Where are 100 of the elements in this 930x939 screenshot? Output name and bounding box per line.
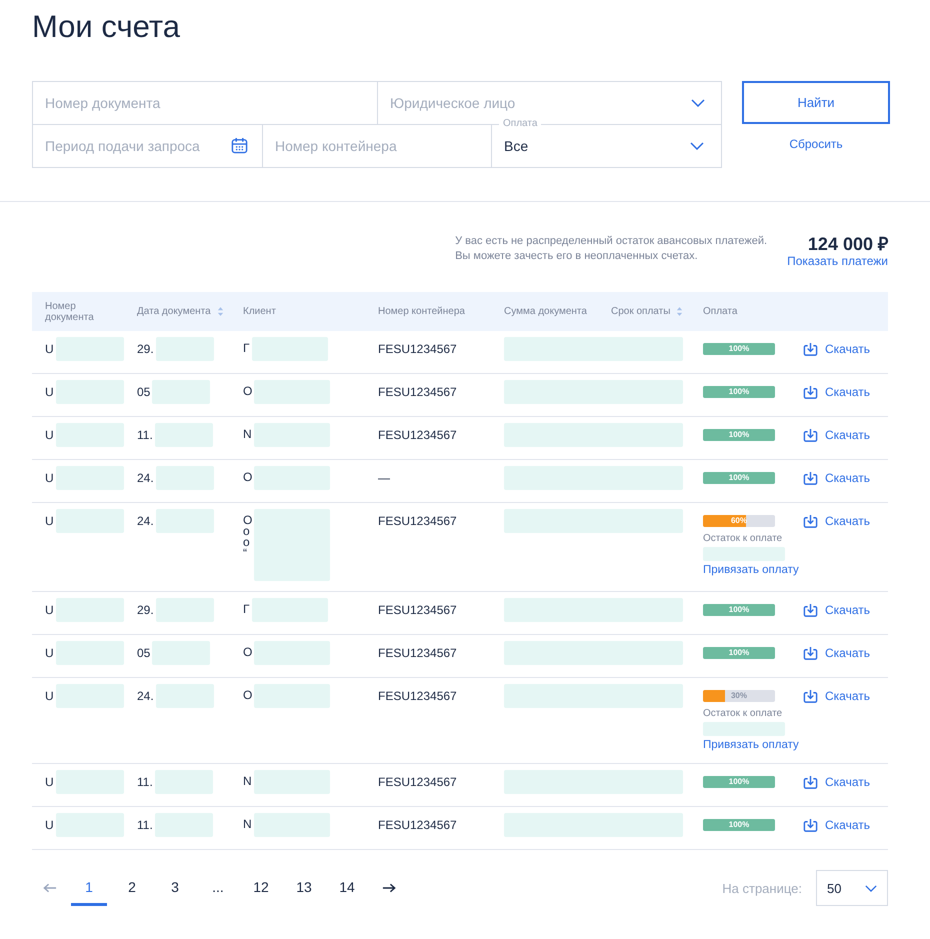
redaction-mask <box>56 684 124 708</box>
download-link[interactable]: Скачать <box>803 687 870 705</box>
progress-label: 100% <box>728 819 750 831</box>
download-link[interactable]: Скачать <box>803 469 870 487</box>
table-cell-text: U <box>45 774 54 791</box>
table-cell-text: U <box>45 602 54 619</box>
page-link[interactable]: 13 <box>286 870 322 906</box>
bind-payment-link[interactable]: Привязать оплату <box>703 563 799 578</box>
table-cell-text: 05 <box>137 384 150 401</box>
download-link[interactable]: Скачать <box>803 426 870 444</box>
progress-label: 100% <box>728 604 750 616</box>
per-page-label: На странице: <box>722 880 802 896</box>
progress-label: 100% <box>728 343 750 355</box>
table-cell-text: FESU1234567 <box>378 427 457 444</box>
redaction-mask <box>156 337 214 361</box>
table-cell-text: 29. <box>137 341 154 358</box>
page-link[interactable]: 1 <box>71 870 107 906</box>
table-cell-text: U <box>45 688 54 705</box>
page-link[interactable]: 2 <box>114 870 150 906</box>
table-cell-text: 24. <box>137 688 154 705</box>
previous-page-icon[interactable] <box>42 883 57 893</box>
table-cell-text: U <box>45 817 54 834</box>
reset-link[interactable]: Сбросить <box>789 137 843 151</box>
download-icon <box>803 384 818 400</box>
progress-label: 100% <box>728 647 750 659</box>
download-link[interactable]: Скачать <box>803 773 870 791</box>
redaction-mask <box>156 466 214 490</box>
download-icon <box>803 774 818 790</box>
redaction-mask <box>154 813 213 837</box>
download-icon <box>803 688 818 704</box>
table-cell-text: 11. <box>137 427 153 444</box>
chevron-down-icon <box>690 142 704 150</box>
page-link[interactable]: 12 <box>243 870 279 906</box>
progress-label: 100% <box>728 472 750 484</box>
table-cell-text: “ <box>243 548 247 559</box>
table-cell-text: 05 <box>137 645 150 662</box>
redaction-mask <box>56 770 124 794</box>
remainder-label: Остаток к оплате <box>703 707 782 720</box>
table-cell: N <box>243 819 252 830</box>
per-page-select[interactable]: 50 <box>816 870 888 906</box>
table-cell-text: FESU1234567 <box>378 341 457 358</box>
column-header: Клиент <box>243 306 276 317</box>
advance-amount: 124 000 ₽ <box>808 234 888 254</box>
redaction-mask <box>154 423 213 447</box>
download-link[interactable]: Скачать <box>803 816 870 834</box>
table-cell-text: о <box>243 526 250 537</box>
redaction-mask <box>56 509 124 533</box>
table-cell-text: FESU1234567 <box>378 817 457 834</box>
period-field[interactable]: Период подачи запроса <box>33 125 262 167</box>
table-cell: О <box>243 647 252 658</box>
page-link[interactable]: ... <box>200 870 236 906</box>
progress-label: 100% <box>728 386 750 398</box>
column-header: Номер контейнера <box>378 306 465 317</box>
table-cell-text: — <box>378 470 390 487</box>
table-cell: О <box>243 690 252 701</box>
redaction-mask <box>56 380 124 404</box>
page-link[interactable]: 3 <box>157 870 193 906</box>
progress-label: 100% <box>728 776 750 788</box>
progress-label: 30% <box>730 690 747 702</box>
payment-select[interactable]: Все <box>491 125 720 167</box>
redaction-mask <box>154 770 213 794</box>
download-link[interactable]: Скачать <box>803 644 870 662</box>
table-cell-text: U <box>45 384 54 401</box>
chevron-down-icon <box>865 884 877 892</box>
download-link[interactable]: Скачать <box>803 340 870 358</box>
download-link[interactable]: Скачать <box>803 512 870 530</box>
table-cell-text: U <box>45 470 54 487</box>
download-link[interactable]: Скачать <box>803 383 870 401</box>
download-icon <box>803 514 818 528</box>
document-number-field[interactable]: Номер документа <box>33 82 377 124</box>
page-link[interactable]: 14 <box>329 870 365 906</box>
redaction-mask <box>156 684 214 708</box>
table-cell-text: FESU1234567 <box>378 774 457 791</box>
table-cell-text: U <box>45 427 54 444</box>
table-cell-text: U <box>45 645 54 662</box>
column-header: Срок оплаты <box>611 306 670 317</box>
table-cell-text: 11. <box>137 817 153 834</box>
download-icon <box>803 470 818 486</box>
redaction-mask <box>156 509 214 533</box>
download-icon <box>803 818 818 832</box>
redaction-mask <box>152 641 210 665</box>
show-payments-link[interactable]: Показать платежи <box>787 254 888 268</box>
sort-icon[interactable] <box>216 306 224 317</box>
table-cell: Г <box>243 604 250 615</box>
search-button[interactable]: Найти <box>742 81 890 124</box>
table-cell-text: о <box>243 537 251 548</box>
next-page-icon[interactable] <box>382 883 397 893</box>
download-icon <box>803 646 818 660</box>
table-cell: О <box>243 472 252 483</box>
redaction-mask <box>56 598 124 622</box>
table-cell: Г <box>243 343 250 354</box>
table-cell-text: 24. <box>137 470 154 487</box>
download-link[interactable]: Скачать <box>803 601 870 619</box>
progress-label: 100% <box>728 429 750 441</box>
column-header: Сумма документа <box>504 306 587 317</box>
bind-payment-link[interactable]: Привязать оплату <box>703 738 799 753</box>
redaction-mask <box>56 337 124 361</box>
sort-icon[interactable] <box>676 306 684 317</box>
column-header: Дата документа <box>137 306 211 317</box>
container-number-field[interactable]: Номер контейнера <box>263 125 491 167</box>
